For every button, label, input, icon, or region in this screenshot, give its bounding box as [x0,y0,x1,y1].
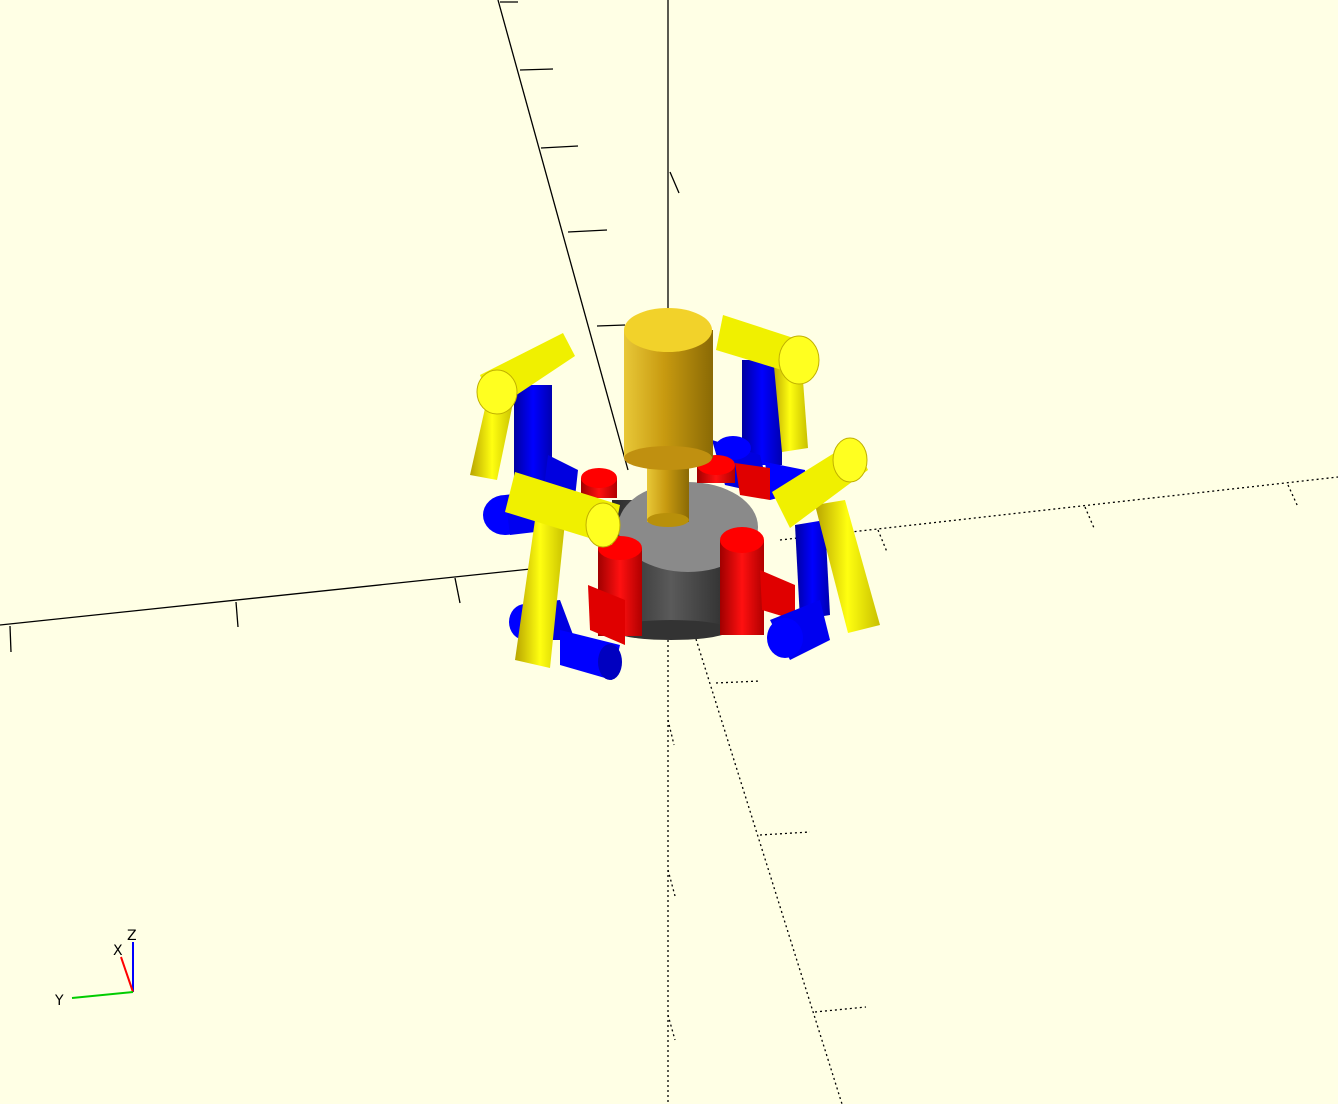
gizmo-x-line [120,956,134,993]
3d-viewport[interactable]: Z X Y [0,0,1338,1104]
x-axis-positive [779,476,1338,541]
gizmo-y-label: Y [54,993,64,1009]
red-pin-back-left [581,468,617,498]
scene-axes-dotted [667,476,1338,1104]
gizmo-y-line [71,991,134,999]
scene-axes [0,0,680,653]
axes-gizmo: Z X Y [54,928,137,1009]
axis-ticks [9,1,680,653]
gizmo-z-label: Z [127,928,137,944]
gizmo-x-label: X [113,943,123,959]
y-axis-negative [689,619,843,1104]
red-bracket-front-left [588,536,642,645]
model-render [470,308,880,680]
